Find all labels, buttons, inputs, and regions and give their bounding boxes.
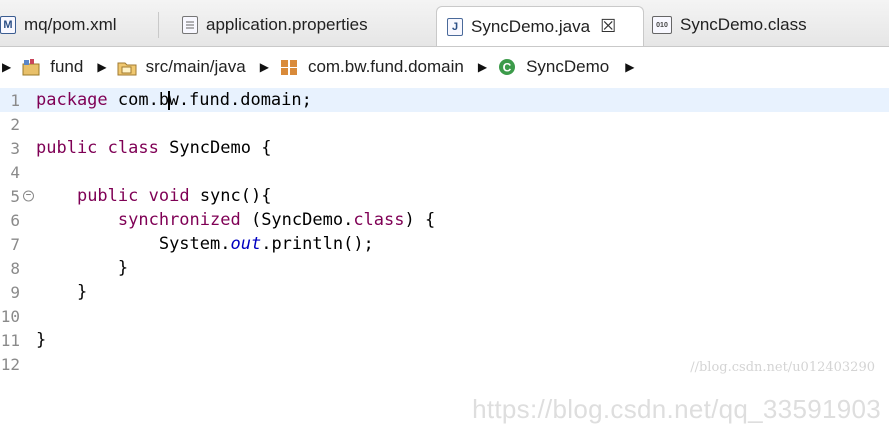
code-line[interactable]: 8 } <box>0 256 889 280</box>
tab-separator <box>158 12 159 38</box>
fold-collapse-icon[interactable]: − <box>23 190 34 202</box>
breadcrumb: ▶ fund ▶ src/main/java ▶ com.bw.fund.dom… <box>0 47 889 87</box>
breadcrumb-arrow-icon[interactable]: ▶ <box>625 60 634 74</box>
tab-label: SyncDemo.java <box>471 16 591 36</box>
breadcrumb-item-package[interactable]: com.bw.fund.domain <box>279 57 464 77</box>
code-line[interactable]: 3 public class SyncDemo { <box>0 136 889 160</box>
editor-tab-bar: M mq/pom.xml application.properties J Sy… <box>0 0 889 47</box>
breadcrumb-item-syncdemo[interactable]: C SyncDemo <box>497 57 609 77</box>
code-text: } <box>76 282 88 302</box>
tab-label: SyncDemo.class <box>680 15 807 34</box>
code-line[interactable]: 9 } <box>0 280 889 304</box>
tab-application-properties[interactable]: application.properties <box>182 6 368 44</box>
line-number: 2 <box>10 114 20 134</box>
package-icon <box>279 57 299 77</box>
class-file-icon: 010 <box>652 16 672 34</box>
java-file-icon: J <box>447 17 463 36</box>
breadcrumb-arrow-icon[interactable]: ▶ <box>260 60 269 74</box>
watermark-large: https://blog.csdn.net/qq_33591903 <box>472 394 881 424</box>
code-line[interactable]: 10 <box>0 304 889 328</box>
project-icon <box>21 57 41 77</box>
tab-syncdemo-java[interactable]: J SyncDemo.java ☒ <box>436 6 644 46</box>
breadcrumb-arrow-icon[interactable]: ▶ <box>97 60 106 74</box>
code-line[interactable]: 2 <box>0 112 889 136</box>
code-line[interactable]: 5− public void sync(){ <box>0 184 889 208</box>
tab-syncdemo-class[interactable]: 010 SyncDemo.class <box>652 6 807 44</box>
tab-label: application.properties <box>206 15 368 34</box>
code-line[interactable]: 6 synchronized (SyncDemo.class) { <box>0 208 889 232</box>
code-text: synchronized (SyncDemo.class) { <box>117 210 436 230</box>
maven-m-icon: M <box>0 16 16 34</box>
line-number: 12 <box>0 354 20 374</box>
line-number: 7 <box>10 234 20 254</box>
close-icon[interactable]: ☒ <box>600 16 616 37</box>
line-number: 3 <box>10 138 20 158</box>
source-folder-icon <box>117 57 137 77</box>
code-text: package com.bw.fund.domain; <box>36 90 312 110</box>
code-line[interactable]: 11 } <box>0 328 889 352</box>
line-number: 1 <box>10 90 20 110</box>
svg-text:C: C <box>503 61 512 75</box>
code-text: public class SyncDemo { <box>36 138 272 158</box>
watermark-small: //blog.csdn.net/u012403290 <box>690 360 875 375</box>
breadcrumb-item-fund[interactable]: fund <box>21 57 83 77</box>
code-text: System.out.println(); <box>158 234 374 254</box>
class-icon: C <box>497 57 517 77</box>
breadcrumb-label: com.bw.fund.domain <box>307 57 464 76</box>
code-line[interactable]: 1 package com.bw.fund.domain; <box>0 88 889 112</box>
breadcrumb-label: src/main/java <box>145 57 246 76</box>
line-number: 6 <box>10 210 20 230</box>
code-editor[interactable]: 1 package com.bw.fund.domain; 2 3 public… <box>0 87 889 436</box>
tab-pom-xml[interactable]: M mq/pom.xml <box>0 6 117 44</box>
line-number: 9 <box>10 282 20 302</box>
line-number: 8 <box>10 258 20 278</box>
line-number: 11 <box>0 330 20 350</box>
breadcrumb-label: fund <box>50 57 84 76</box>
code-text: } <box>36 330 47 350</box>
breadcrumb-label: SyncDemo <box>526 57 610 76</box>
breadcrumb-arrow-icon[interactable]: ▶ <box>478 60 487 74</box>
code-line[interactable]: 4 <box>0 160 889 184</box>
breadcrumb-arrow-icon[interactable]: ▶ <box>2 60 11 74</box>
properties-file-icon <box>182 16 198 34</box>
code-text: public void sync(){ <box>76 186 272 206</box>
code-text: } <box>117 258 129 278</box>
line-number: 4 <box>10 162 20 182</box>
tab-label: mq/pom.xml <box>24 15 117 34</box>
code-line[interactable]: 7 System.out.println(); <box>0 232 889 256</box>
line-number: 5− <box>0 187 36 206</box>
breadcrumb-item-src-main-java[interactable]: src/main/java <box>117 57 246 77</box>
line-number: 10 <box>0 306 20 326</box>
